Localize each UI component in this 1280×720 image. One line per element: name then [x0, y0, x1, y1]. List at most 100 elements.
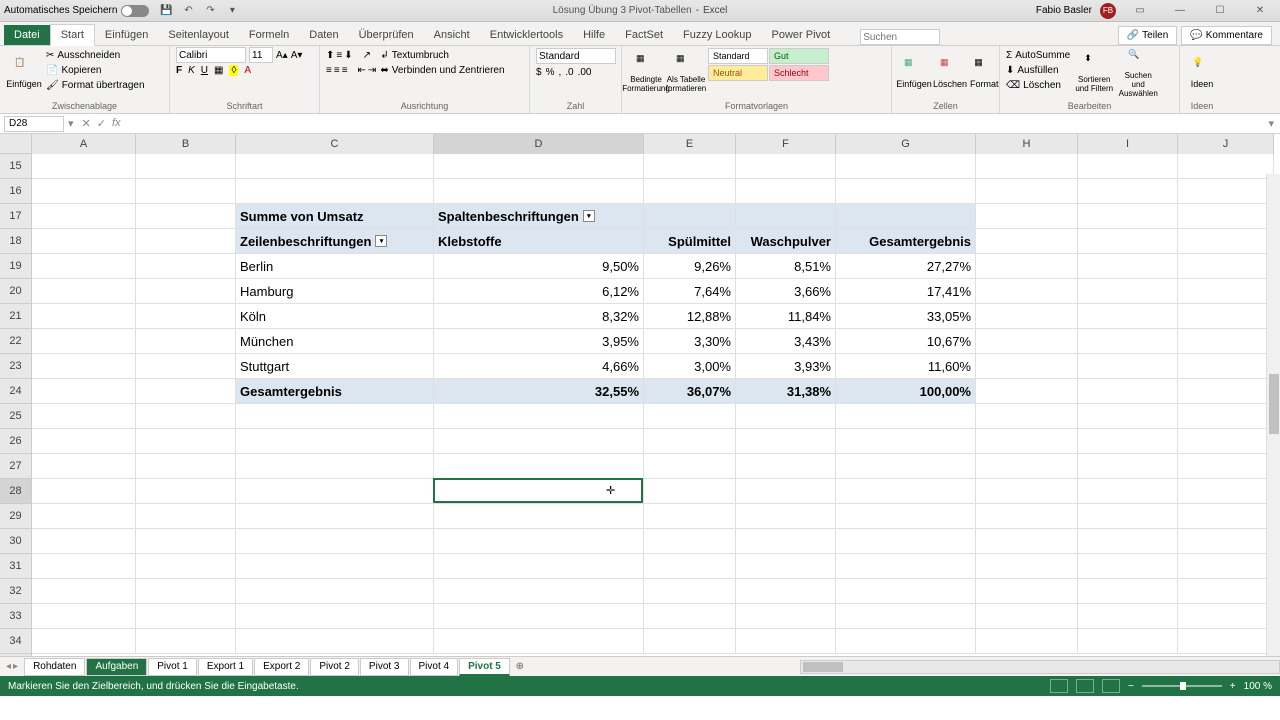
border-button[interactable]: ▦	[214, 65, 223, 76]
row-head-16[interactable]: 16	[0, 179, 31, 204]
cell[interactable]	[644, 529, 736, 554]
cell[interactable]	[976, 529, 1078, 554]
cell[interactable]	[644, 629, 736, 654]
ideas-button[interactable]: 💡Ideen	[1186, 48, 1218, 98]
cell[interactable]	[736, 579, 836, 604]
cell[interactable]	[976, 479, 1078, 504]
cell[interactable]	[1078, 279, 1178, 304]
cell[interactable]	[1078, 579, 1178, 604]
cell[interactable]	[736, 554, 836, 579]
cell[interactable]: 11,60%	[836, 354, 976, 379]
cell[interactable]: 9,50%	[434, 254, 644, 279]
cell[interactable]: 3,95%	[434, 329, 644, 354]
cell[interactable]	[32, 529, 136, 554]
row-head-33[interactable]: 33	[0, 604, 31, 629]
cell[interactable]: Hamburg	[236, 279, 434, 304]
cell[interactable]	[32, 279, 136, 304]
cell[interactable]: 3,30%	[644, 329, 736, 354]
font-size-input[interactable]	[249, 47, 273, 63]
ribbon-display-icon[interactable]: ▭	[1124, 2, 1156, 20]
cell[interactable]	[32, 479, 136, 504]
col-head-b[interactable]: B	[136, 134, 236, 154]
expand-formula-icon[interactable]: ▾	[1262, 117, 1280, 130]
cancel-formula-icon[interactable]: ✕	[82, 117, 91, 130]
row-head-24[interactable]: 24	[0, 379, 31, 404]
cell[interactable]	[136, 429, 236, 454]
row-filter-icon[interactable]: ▾	[375, 235, 387, 247]
cell[interactable]	[1078, 204, 1178, 229]
cell[interactable]	[836, 429, 976, 454]
cell[interactable]	[136, 454, 236, 479]
col-head-j[interactable]: J	[1178, 134, 1274, 154]
cell[interactable]	[736, 454, 836, 479]
cell[interactable]	[434, 154, 644, 179]
col-head-h[interactable]: H	[976, 134, 1078, 154]
cell[interactable]	[32, 504, 136, 529]
row-head-29[interactable]: 29	[0, 504, 31, 529]
autosum-button[interactable]: Σ AutoSumme	[1006, 48, 1070, 62]
cell[interactable]: 31,38%	[736, 379, 836, 404]
cell[interactable]: 36,07%	[644, 379, 736, 404]
cell[interactable]	[136, 379, 236, 404]
sheet-tab[interactable]: Export 2	[254, 658, 309, 676]
cell[interactable]	[1178, 629, 1274, 654]
format-painter-button[interactable]: 🖌 Format übertragen	[46, 78, 145, 92]
cell[interactable]	[136, 204, 236, 229]
sheet-tab[interactable]: Rohdaten	[24, 658, 85, 676]
zoom-slider[interactable]	[1142, 685, 1222, 687]
cell[interactable]	[136, 254, 236, 279]
cell[interactable]	[1078, 604, 1178, 629]
sheet-nav-first-icon[interactable]: ◂	[6, 661, 11, 672]
cell[interactable]	[836, 504, 976, 529]
row-head-19[interactable]: 19	[0, 254, 31, 279]
cell[interactable]	[434, 529, 644, 554]
cond-format-button[interactable]: ▦Bedingte Formatierung	[628, 48, 664, 98]
cell[interactable]	[236, 179, 434, 204]
paste-button[interactable]: 📋 Einfügen	[6, 48, 42, 98]
cell-styles-gallery[interactable]: Standard Gut Neutral Schlecht	[708, 48, 829, 81]
cell[interactable]	[976, 204, 1078, 229]
cell[interactable]	[434, 454, 644, 479]
cell[interactable]	[736, 504, 836, 529]
cell[interactable]	[644, 454, 736, 479]
cell[interactable]	[644, 554, 736, 579]
col-head-e[interactable]: E	[644, 134, 736, 154]
cell[interactable]	[1178, 529, 1274, 554]
cell[interactable]	[1078, 329, 1178, 354]
cell[interactable]	[976, 629, 1078, 654]
cell[interactable]	[1078, 354, 1178, 379]
vertical-scrollbar[interactable]	[1266, 174, 1280, 656]
cell[interactable]	[136, 629, 236, 654]
cell[interactable]	[1078, 379, 1178, 404]
cell[interactable]	[32, 304, 136, 329]
cell[interactable]	[976, 604, 1078, 629]
cell[interactable]: 27,27%	[836, 254, 976, 279]
close-icon[interactable]: ✕	[1244, 2, 1276, 20]
cell[interactable]	[836, 529, 976, 554]
sheet-tab[interactable]: Pivot 2	[310, 658, 359, 676]
cell[interactable]	[32, 629, 136, 654]
row-head-17[interactable]: 17	[0, 204, 31, 229]
row-head-15[interactable]: 15	[0, 154, 31, 179]
cell[interactable]	[644, 179, 736, 204]
cell[interactable]	[1178, 229, 1274, 254]
tab-factset[interactable]: FactSet	[615, 25, 673, 45]
cell[interactable]	[236, 604, 434, 629]
cell[interactable]	[1178, 279, 1274, 304]
cell[interactable]	[136, 354, 236, 379]
tab-fuzzy[interactable]: Fuzzy Lookup	[673, 25, 761, 45]
cell[interactable]: 11,84%	[736, 304, 836, 329]
cell[interactable]	[136, 479, 236, 504]
cell[interactable]	[136, 529, 236, 554]
col-head-g[interactable]: G	[836, 134, 976, 154]
tab-formulas[interactable]: Formeln	[239, 25, 299, 45]
indent-inc-icon[interactable]: ⇥	[368, 65, 376, 76]
cell[interactable]	[644, 204, 736, 229]
cell[interactable]	[644, 154, 736, 179]
cell[interactable]	[32, 154, 136, 179]
col-filter-icon[interactable]: ▾	[583, 210, 595, 222]
select-all-corner[interactable]	[0, 134, 32, 154]
zoom-in-icon[interactable]: +	[1230, 681, 1236, 692]
cell[interactable]: 4,66%	[434, 354, 644, 379]
horizontal-scrollbar[interactable]	[800, 660, 1280, 674]
